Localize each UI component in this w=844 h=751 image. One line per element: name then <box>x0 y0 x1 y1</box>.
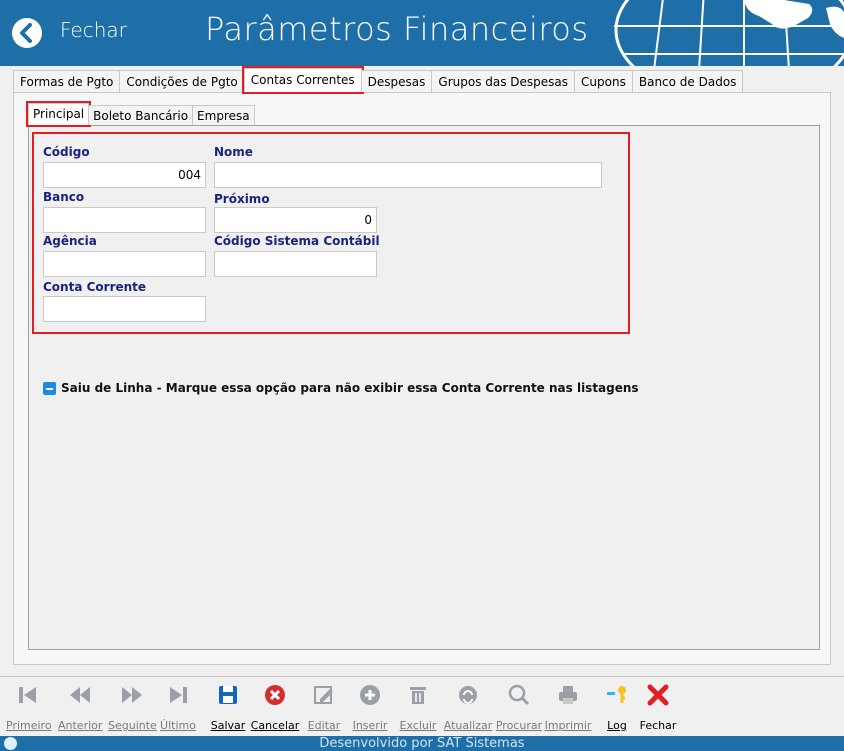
sub-tab-bar: Principal Boleto Bancário Empresa <box>25 101 255 127</box>
previous-record-icon <box>70 687 90 703</box>
main-tab-bar: Formas de Pgto Condições de Pgto Contas … <box>13 66 744 94</box>
previous-button-label: Anterior <box>58 719 103 732</box>
delete-button[interactable]: Excluir <box>398 677 438 735</box>
page-title: Parâmetros Financeiros <box>205 10 589 48</box>
chevron-left-icon <box>20 23 32 43</box>
print-button[interactable]: Imprimir <box>544 677 592 735</box>
tab-grupos-das-despesas[interactable]: Grupos das Despesas <box>431 70 576 92</box>
subtab-boleto-bancario[interactable]: Boleto Bancário <box>88 105 194 125</box>
tab-banco-de-dados[interactable]: Banco de Dados <box>631 70 744 92</box>
app-header: Fechar Parâmetros Financeiros <box>0 0 844 66</box>
subtab-principal[interactable]: Principal <box>25 101 92 127</box>
conta-corrente-field[interactable] <box>43 296 206 322</box>
insert-button-label: Inserir <box>352 719 388 732</box>
saiu-de-linha-label: Saiu de Linha - Marque essa opção para n… <box>61 381 639 395</box>
save-icon <box>219 686 237 704</box>
agencia-field[interactable] <box>43 251 206 277</box>
previous-button[interactable]: Anterior <box>58 677 102 735</box>
close-button-label: Fechar <box>639 719 677 732</box>
saiu-de-linha-checkbox[interactable] <box>43 381 56 395</box>
back-button[interactable] <box>12 18 42 48</box>
last-button-label: Último <box>160 719 196 732</box>
log-button[interactable]: Log <box>600 677 634 735</box>
save-button-label: Salvar <box>210 719 246 732</box>
nome-field[interactable] <box>214 162 602 188</box>
record-toolbar: Primeiro Anterior Seguinte Último Salvar… <box>0 676 844 736</box>
insert-icon <box>360 685 380 705</box>
next-button-label: Seguinte <box>108 719 157 732</box>
last-button[interactable]: Último <box>158 677 198 735</box>
proximo-label: Próximo <box>214 192 270 206</box>
refresh-button[interactable]: Atualizar <box>442 677 494 735</box>
close-button[interactable]: Fechar <box>636 677 680 735</box>
cancel-icon <box>265 685 285 705</box>
key-icon <box>607 686 626 703</box>
delete-icon <box>410 687 426 704</box>
log-button-label: Log <box>607 719 627 732</box>
footer-credit: Desenvolvido por SAT Sistemas <box>319 736 525 751</box>
close-icon <box>647 684 669 706</box>
print-button-label: Imprimir <box>544 719 592 732</box>
refresh-button-label: Atualizar <box>443 719 493 732</box>
codigo-label: Código <box>43 145 90 159</box>
save-button[interactable]: Salvar <box>209 677 247 735</box>
tab-despesas[interactable]: Despesas <box>360 70 433 92</box>
first-button-label: Primeiro <box>6 719 52 732</box>
codigo-field[interactable]: 004 <box>43 162 206 188</box>
next-button[interactable]: Seguinte <box>108 677 157 735</box>
tab-contas-correntes[interactable]: Contas Correntes <box>241 66 364 94</box>
search-icon <box>508 684 530 706</box>
search-button[interactable]: Procurar <box>494 677 544 735</box>
saiu-de-linha-option[interactable]: Saiu de Linha - Marque essa opção para n… <box>43 381 639 395</box>
tab-condicoes-de-pgto[interactable]: Condições de Pgto <box>119 70 245 92</box>
cancel-button-label: Cancelar <box>250 719 300 732</box>
insert-button[interactable]: Inserir <box>350 677 390 735</box>
proximo-field[interactable]: 0 <box>214 207 377 233</box>
delete-button-label: Excluir <box>399 719 437 732</box>
codigo-contabil-label: Código Sistema Contábil <box>214 234 380 248</box>
banco-label: Banco <box>43 190 85 204</box>
next-record-icon <box>122 687 142 703</box>
conta-corrente-label: Conta Corrente <box>43 280 147 294</box>
edit-button-label: Editar <box>307 719 341 732</box>
last-record-icon <box>170 687 187 703</box>
cancel-button[interactable]: Cancelar <box>250 677 300 735</box>
globe-logo-icon <box>614 0 844 66</box>
banco-field[interactable] <box>43 207 206 233</box>
subtab-empresa[interactable]: Empresa <box>192 105 255 125</box>
first-record-icon <box>19 687 36 703</box>
search-button-label: Procurar <box>495 719 543 732</box>
tab-formas-de-pgto[interactable]: Formas de Pgto <box>13 70 121 92</box>
tab-cupons[interactable]: Cupons <box>574 70 633 92</box>
refresh-icon <box>459 686 477 704</box>
back-label[interactable]: Fechar <box>60 18 127 42</box>
print-icon <box>559 686 577 704</box>
edit-icon <box>314 686 333 704</box>
status-footer: Desenvolvido por SAT Sistemas <box>0 736 844 751</box>
nome-label: Nome <box>214 145 253 159</box>
codigo-contabil-field[interactable] <box>214 251 377 277</box>
agencia-label: Agência <box>43 234 97 248</box>
edit-button[interactable]: Editar <box>306 677 342 735</box>
first-button[interactable]: Primeiro <box>6 677 52 735</box>
